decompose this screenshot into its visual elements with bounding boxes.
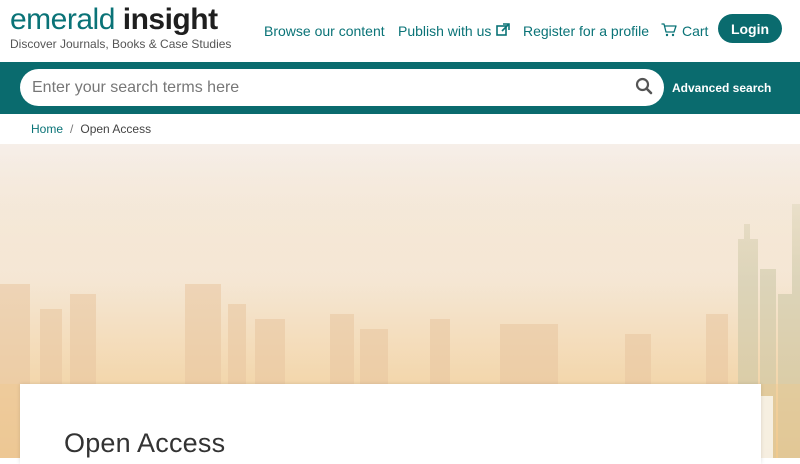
external-link-icon <box>496 22 511 40</box>
breadcrumb-home[interactable]: Home <box>31 122 63 136</box>
search-icon <box>635 77 653 98</box>
login-button[interactable]: Login <box>718 14 782 43</box>
content-card: Open Access <box>20 384 761 464</box>
nav-cart[interactable]: Cart <box>661 22 709 40</box>
nav-publish-with-us[interactable]: Publish with us <box>398 22 511 40</box>
nav-register-profile[interactable]: Register for a profile <box>523 23 649 39</box>
search-bar: Advanced search <box>0 62 800 114</box>
nav-browse-content[interactable]: Browse our content <box>264 23 385 39</box>
logo-tagline: Discover Journals, Books & Case Studies <box>10 37 232 51</box>
nav-register-label: Register for a profile <box>523 23 650 39</box>
site-header: emerald insight Discover Journals, Books… <box>0 0 800 62</box>
search-button[interactable] <box>634 77 654 97</box>
search-input[interactable] <box>32 72 622 103</box>
nav-publish-label: Publish with us <box>398 23 492 39</box>
cart-icon <box>661 22 677 40</box>
search-box <box>20 69 664 106</box>
logo-word-emerald: emerald <box>10 3 115 36</box>
breadcrumb: Home / Open Access <box>31 114 151 144</box>
breadcrumb-separator: / <box>70 122 74 136</box>
emerald-insight-logo[interactable]: emerald insight Discover Journals, Books… <box>10 3 232 52</box>
logo-word-insight: insight <box>122 3 218 36</box>
advanced-search-link[interactable]: Advanced search <box>672 62 771 114</box>
nav-cart-label: Cart <box>682 23 709 39</box>
page-title: Open Access <box>64 428 226 458</box>
breadcrumb-current: Open Access <box>80 122 152 136</box>
nav-browse-label: Browse our content <box>264 23 385 39</box>
